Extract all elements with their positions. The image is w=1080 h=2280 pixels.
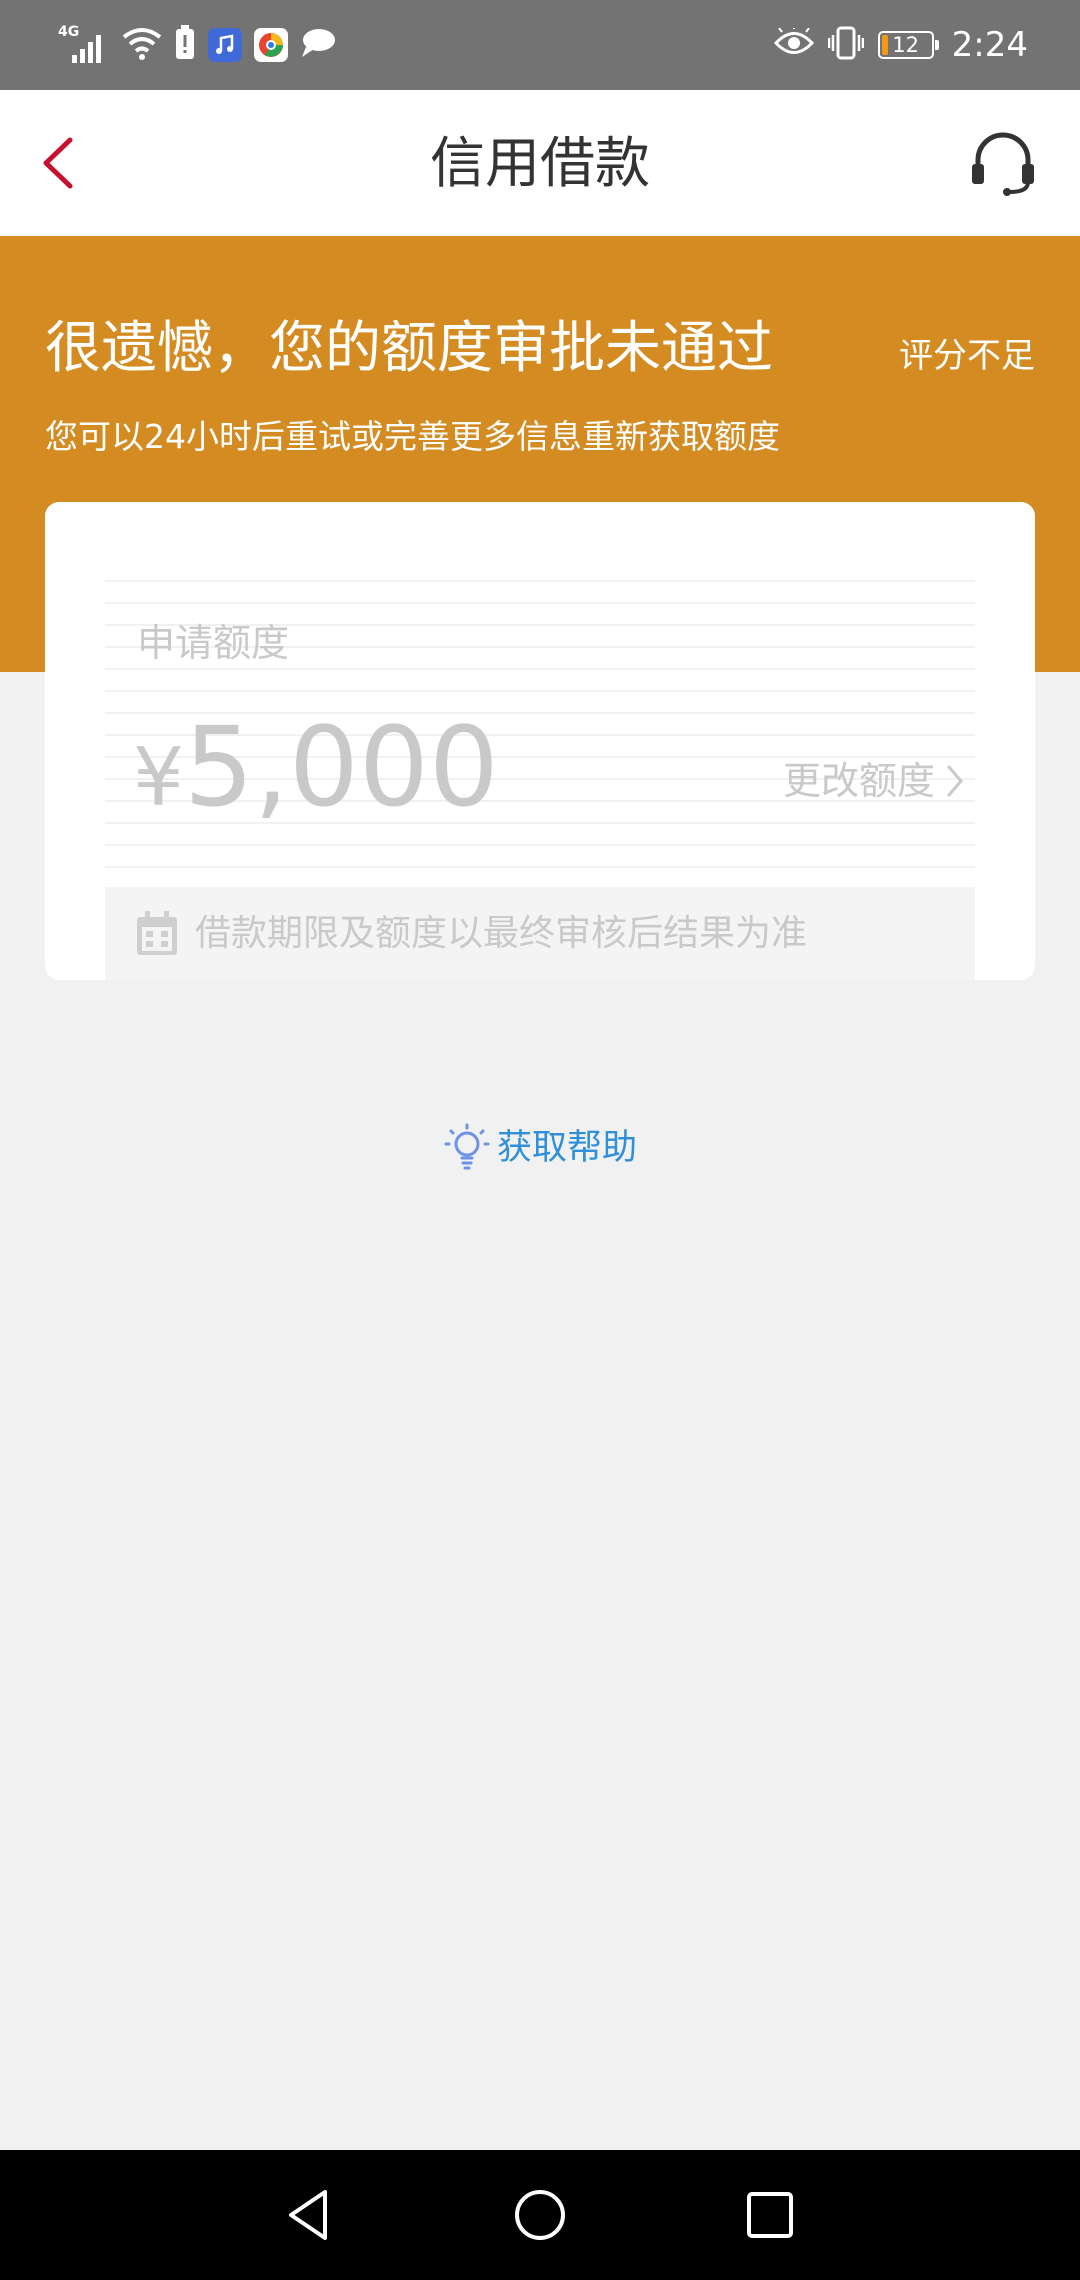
signal-icon: 4G bbox=[58, 25, 110, 65]
music-app-icon bbox=[208, 28, 242, 62]
amount-number: 5,000 bbox=[183, 703, 499, 831]
battery-level: 12 bbox=[892, 33, 919, 57]
score-status: 评分不足 bbox=[899, 336, 1035, 376]
amount-label: 申请额度 bbox=[137, 621, 290, 665]
calendar-icon bbox=[137, 910, 177, 955]
change-amount-label: 更改额度 bbox=[782, 759, 935, 803]
notice-bar: 借款期限及额度以最终审核后结果为准 bbox=[105, 887, 975, 980]
chat-bubble-icon bbox=[300, 27, 336, 63]
nav-recent-icon bbox=[747, 2192, 793, 2238]
banner-title: 很遗憾，您的额度审批未通过 bbox=[45, 316, 773, 381]
amount-value: ¥5,000 bbox=[133, 712, 499, 855]
nav-recent-button[interactable] bbox=[735, 2180, 805, 2250]
status-bar-left: 4G bbox=[58, 22, 336, 68]
header: 信用借款 bbox=[0, 90, 1080, 236]
get-help-label: 获取帮助 bbox=[496, 1128, 637, 1168]
chevron-right-icon bbox=[947, 765, 963, 797]
nav-home-icon bbox=[515, 2190, 565, 2240]
clock: 2:24 bbox=[951, 25, 1028, 65]
battery-alert-icon bbox=[174, 25, 196, 65]
headset-icon bbox=[972, 132, 1034, 196]
browser-app-icon bbox=[254, 28, 288, 62]
nav-home-button[interactable] bbox=[505, 2180, 575, 2250]
change-amount-link[interactable]: 更改额度 bbox=[783, 758, 967, 804]
status-bar: 4G 12 2:24 bbox=[0, 0, 1080, 90]
amount-card: 申请额度 ¥5,000 更改额度 借款期限及额度以最终审核后结果为准 bbox=[45, 502, 1035, 980]
notice-text: 借款期限及额度以最终审核后结果为准 bbox=[195, 912, 808, 954]
network-type: 4G bbox=[58, 24, 80, 40]
nav-back-icon bbox=[289, 2190, 327, 2240]
status-bar-right: 12 2:24 bbox=[773, 18, 1028, 72]
system-nav-bar bbox=[0, 2150, 1080, 2280]
currency-symbol: ¥ bbox=[133, 731, 184, 824]
eye-icon bbox=[773, 25, 814, 62]
battery-icon: 12 bbox=[877, 31, 939, 59]
banner-subtitle: 您可以24小时后重试或完善更多信息重新获取额度 bbox=[45, 417, 780, 456]
nav-back-button[interactable] bbox=[275, 2180, 345, 2250]
vibrate-icon bbox=[827, 25, 864, 65]
lightbulb-icon bbox=[444, 1123, 490, 1170]
get-help-link[interactable]: 获取帮助 bbox=[0, 1122, 1080, 1174]
wifi-icon bbox=[122, 25, 162, 65]
customer-support-button[interactable] bbox=[966, 126, 1040, 200]
page-title: 信用借款 bbox=[429, 131, 650, 195]
